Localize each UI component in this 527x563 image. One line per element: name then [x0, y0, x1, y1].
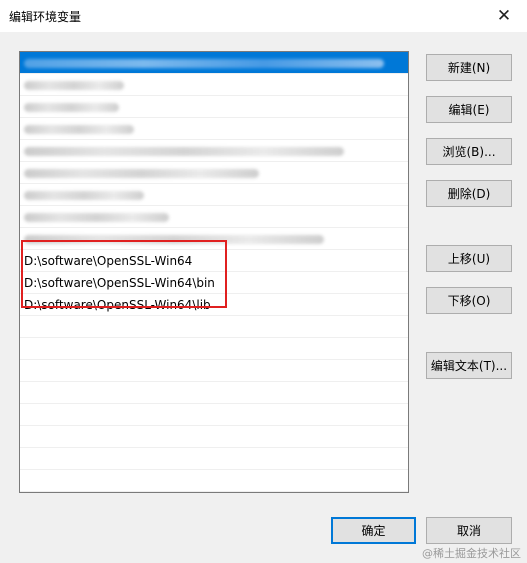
title-bar: 编辑环境变量 ✕: [0, 0, 527, 32]
move-up-button[interactable]: 上移(U): [426, 245, 512, 272]
list-item[interactable]: [20, 206, 408, 228]
list-item[interactable]: [20, 426, 408, 448]
redacted-path: [24, 125, 134, 134]
redacted-path: [24, 59, 384, 68]
browse-button[interactable]: 浏览(B)...: [426, 138, 512, 165]
list-item[interactable]: [20, 382, 408, 404]
ok-button[interactable]: 确定: [331, 517, 416, 544]
list-item-text: D:\software\OpenSSL-Win64\bin: [24, 276, 215, 290]
edit-text-button[interactable]: 编辑文本(T)...: [426, 352, 512, 379]
list-item-text: D:\software\OpenSSL-Win64: [24, 254, 193, 268]
edit-button[interactable]: 编辑(E): [426, 96, 512, 123]
list-item[interactable]: [20, 184, 408, 206]
new-button[interactable]: 新建(N): [426, 54, 512, 81]
list-item[interactable]: [20, 404, 408, 426]
list-item[interactable]: [20, 338, 408, 360]
redacted-path: [24, 191, 144, 200]
window-title: 编辑环境变量: [9, 10, 82, 24]
cancel-button[interactable]: 取消: [426, 517, 512, 544]
redacted-path: [24, 103, 119, 112]
list-item[interactable]: [20, 52, 408, 74]
list-item[interactable]: [20, 360, 408, 382]
redacted-path: [24, 81, 124, 90]
list-item[interactable]: [20, 74, 408, 96]
list-item[interactable]: [20, 96, 408, 118]
list-item[interactable]: D:\software\OpenSSL-Win64\bin: [20, 272, 408, 294]
watermark: @稀土掘金技术社区: [422, 547, 521, 560]
list-item[interactable]: [20, 448, 408, 470]
redacted-path: [24, 147, 344, 156]
close-icon[interactable]: ✕: [481, 0, 527, 32]
list-item[interactable]: D:\software\OpenSSL-Win64\lib: [20, 294, 408, 316]
list-item[interactable]: [20, 470, 408, 492]
list-item[interactable]: [20, 118, 408, 140]
redacted-path: [24, 213, 169, 222]
delete-button[interactable]: 删除(D): [426, 180, 512, 207]
list-item[interactable]: [20, 316, 408, 338]
list-item[interactable]: D:\software\OpenSSL-Win64: [20, 250, 408, 272]
move-down-button[interactable]: 下移(O): [426, 287, 512, 314]
path-list[interactable]: D:\software\OpenSSL-Win64 D:\software\Ope…: [19, 51, 409, 493]
redacted-path: [24, 235, 324, 244]
list-item[interactable]: [20, 140, 408, 162]
list-item-text: D:\software\OpenSSL-Win64\lib: [24, 298, 211, 312]
list-item[interactable]: [20, 228, 408, 250]
redacted-path: [24, 169, 259, 178]
list-item[interactable]: [20, 162, 408, 184]
